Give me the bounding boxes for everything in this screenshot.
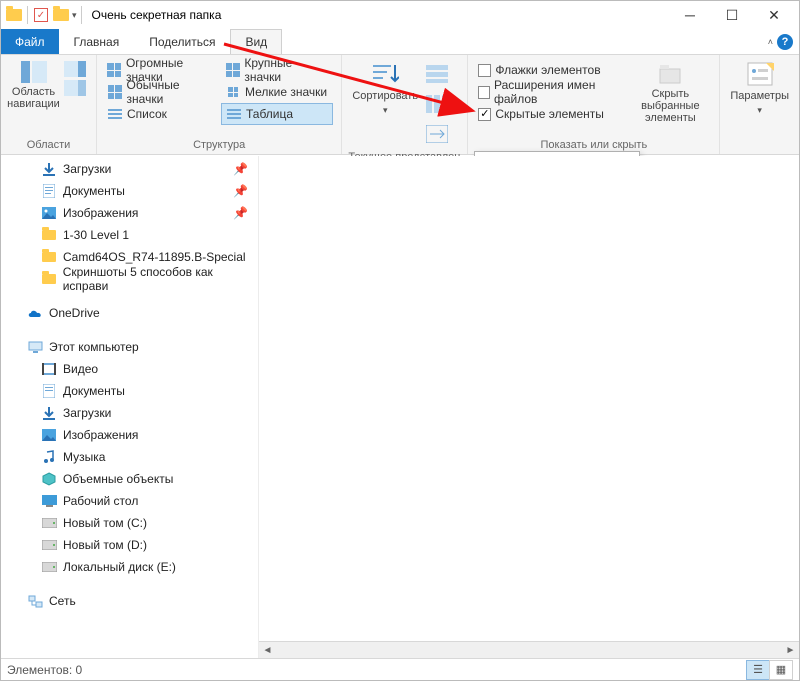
layout-list[interactable]: Список xyxy=(103,103,221,125)
pc-icon xyxy=(27,339,43,355)
picture-icon xyxy=(41,205,57,221)
tree-drive-e[interactable]: Локальный диск (E:) xyxy=(1,556,258,578)
qat-properties-icon[interactable]: ✓ xyxy=(32,6,50,24)
scroll-right-icon[interactable]: ► xyxy=(782,642,799,659)
desktop-icon xyxy=(41,493,57,509)
chk-hidden[interactable]: Скрытые элементы xyxy=(474,103,627,125)
addcolumns-button[interactable] xyxy=(422,89,452,119)
file-pane[interactable]: ◄ ► xyxy=(259,156,799,658)
download-icon xyxy=(41,405,57,421)
tree-3dobjects[interactable]: Объемные объекты xyxy=(1,468,258,490)
download-icon xyxy=(41,161,57,177)
tree-documents2[interactable]: Документы xyxy=(1,380,258,402)
picture-icon xyxy=(41,427,57,443)
tab-share[interactable]: Поделиться xyxy=(134,29,230,54)
medium-icons-icon xyxy=(107,84,123,100)
horizontal-scrollbar[interactable]: ◄ ► xyxy=(259,641,799,658)
status-bar: Элементов: 0 ☰ ▦ xyxy=(1,658,799,680)
tree-music[interactable]: Музыка xyxy=(1,446,258,468)
group-label-layout: Структура xyxy=(103,137,335,154)
folder-icon xyxy=(41,227,57,243)
small-icons-icon xyxy=(225,84,241,100)
view-details-button[interactable]: ☰ xyxy=(746,660,770,680)
cloud-icon xyxy=(27,305,43,321)
tree-thispc[interactable]: Этот компьютер xyxy=(1,336,258,358)
layout-table[interactable]: Таблица xyxy=(221,103,333,125)
title-bar: ✓ ▾ Очень секретная папка ─ ☐ ✕ xyxy=(1,1,799,29)
tree-folder-1[interactable]: 1-30 Level 1 xyxy=(1,224,258,246)
groupby-button[interactable] xyxy=(422,59,452,89)
close-button[interactable]: ✕ xyxy=(753,1,795,29)
drive-icon xyxy=(41,515,57,531)
qat-newfolder-icon[interactable] xyxy=(52,6,70,24)
layout-medium-icons[interactable]: Обычные значки xyxy=(103,81,221,103)
drive-icon xyxy=(41,559,57,575)
document-icon xyxy=(41,183,57,199)
nav-pane-button[interactable]: Область навигации xyxy=(7,59,60,137)
large-icons-icon xyxy=(225,62,240,78)
tree-downloads2[interactable]: Загрузки xyxy=(1,402,258,424)
preview-pane-button[interactable] xyxy=(60,59,90,137)
app-folder-icon xyxy=(5,6,23,24)
sizeall-button[interactable] xyxy=(422,119,452,149)
pin-icon: 📌 xyxy=(233,206,248,220)
options-button[interactable]: Параметры ▾ xyxy=(726,59,793,137)
minimize-button[interactable]: ─ xyxy=(669,1,711,29)
hide-selected-button: Скрыть выбранные элементы xyxy=(627,59,713,137)
checkbox-icon xyxy=(478,86,490,99)
ribbon-tabs: Файл Главная Поделиться Вид ˄ ? xyxy=(1,29,799,55)
scroll-track[interactable] xyxy=(276,642,782,659)
pin-icon: 📌 xyxy=(233,162,248,176)
sort-button[interactable]: Сортировать ▾ xyxy=(348,59,422,149)
folder-icon xyxy=(41,249,57,265)
document-icon xyxy=(41,383,57,399)
tree-desktop[interactable]: Рабочий стол xyxy=(1,490,258,512)
network-icon xyxy=(27,593,43,609)
tree-downloads[interactable]: Загрузки📌 xyxy=(1,158,258,180)
huge-icons-icon xyxy=(107,62,122,78)
tree-folder-3[interactable]: Скриншоты 5 способов как исправи xyxy=(1,268,258,290)
music-icon xyxy=(41,449,57,465)
ribbon: Область навигации Области Огромные значк… xyxy=(1,55,799,155)
tab-home[interactable]: Главная xyxy=(59,29,135,54)
status-item-count: Элементов: 0 xyxy=(7,663,82,677)
nav-tree[interactable]: Загрузки📌 Документы📌 Изображения📌 1-30 L… xyxy=(1,156,259,658)
tree-pictures[interactable]: Изображения📌 xyxy=(1,202,258,224)
pin-icon: 📌 xyxy=(233,184,248,198)
tree-documents[interactable]: Документы📌 xyxy=(1,180,258,202)
tree-video[interactable]: Видео xyxy=(1,358,258,380)
help-icon[interactable]: ? xyxy=(777,34,793,50)
cube-icon xyxy=(41,471,57,487)
table-icon xyxy=(226,106,242,122)
qat-customize-icon[interactable]: ▾ xyxy=(72,10,77,21)
maximize-button[interactable]: ☐ xyxy=(711,1,753,29)
window-title: Очень секретная папка xyxy=(92,8,222,22)
video-icon xyxy=(41,361,57,377)
layout-small-icons[interactable]: Мелкие значки xyxy=(221,81,333,103)
tab-file[interactable]: Файл xyxy=(1,29,59,54)
list-icon xyxy=(107,106,123,122)
chk-extensions[interactable]: Расширения имен файлов xyxy=(474,81,627,103)
tab-view[interactable]: Вид xyxy=(230,29,282,54)
content-area: Загрузки📌 Документы📌 Изображения📌 1-30 L… xyxy=(1,156,799,658)
layout-large-icons[interactable]: Крупные значки xyxy=(221,59,333,81)
tree-network[interactable]: Сеть xyxy=(1,590,258,612)
tree-drive-c[interactable]: Новый том (C:) xyxy=(1,512,258,534)
folder-icon xyxy=(41,271,57,287)
ribbon-collapse-icon[interactable]: ˄ xyxy=(768,37,773,47)
checkbox-checked-icon xyxy=(478,108,491,121)
tree-drive-d[interactable]: Новый том (D:) xyxy=(1,534,258,556)
tree-pictures2[interactable]: Изображения xyxy=(1,424,258,446)
scroll-left-icon[interactable]: ◄ xyxy=(259,642,276,659)
drive-icon xyxy=(41,537,57,553)
group-label-areas: Области xyxy=(7,137,90,154)
view-icons-button[interactable]: ▦ xyxy=(769,660,793,680)
tree-onedrive[interactable]: OneDrive xyxy=(1,302,258,324)
checkbox-icon xyxy=(478,64,491,77)
